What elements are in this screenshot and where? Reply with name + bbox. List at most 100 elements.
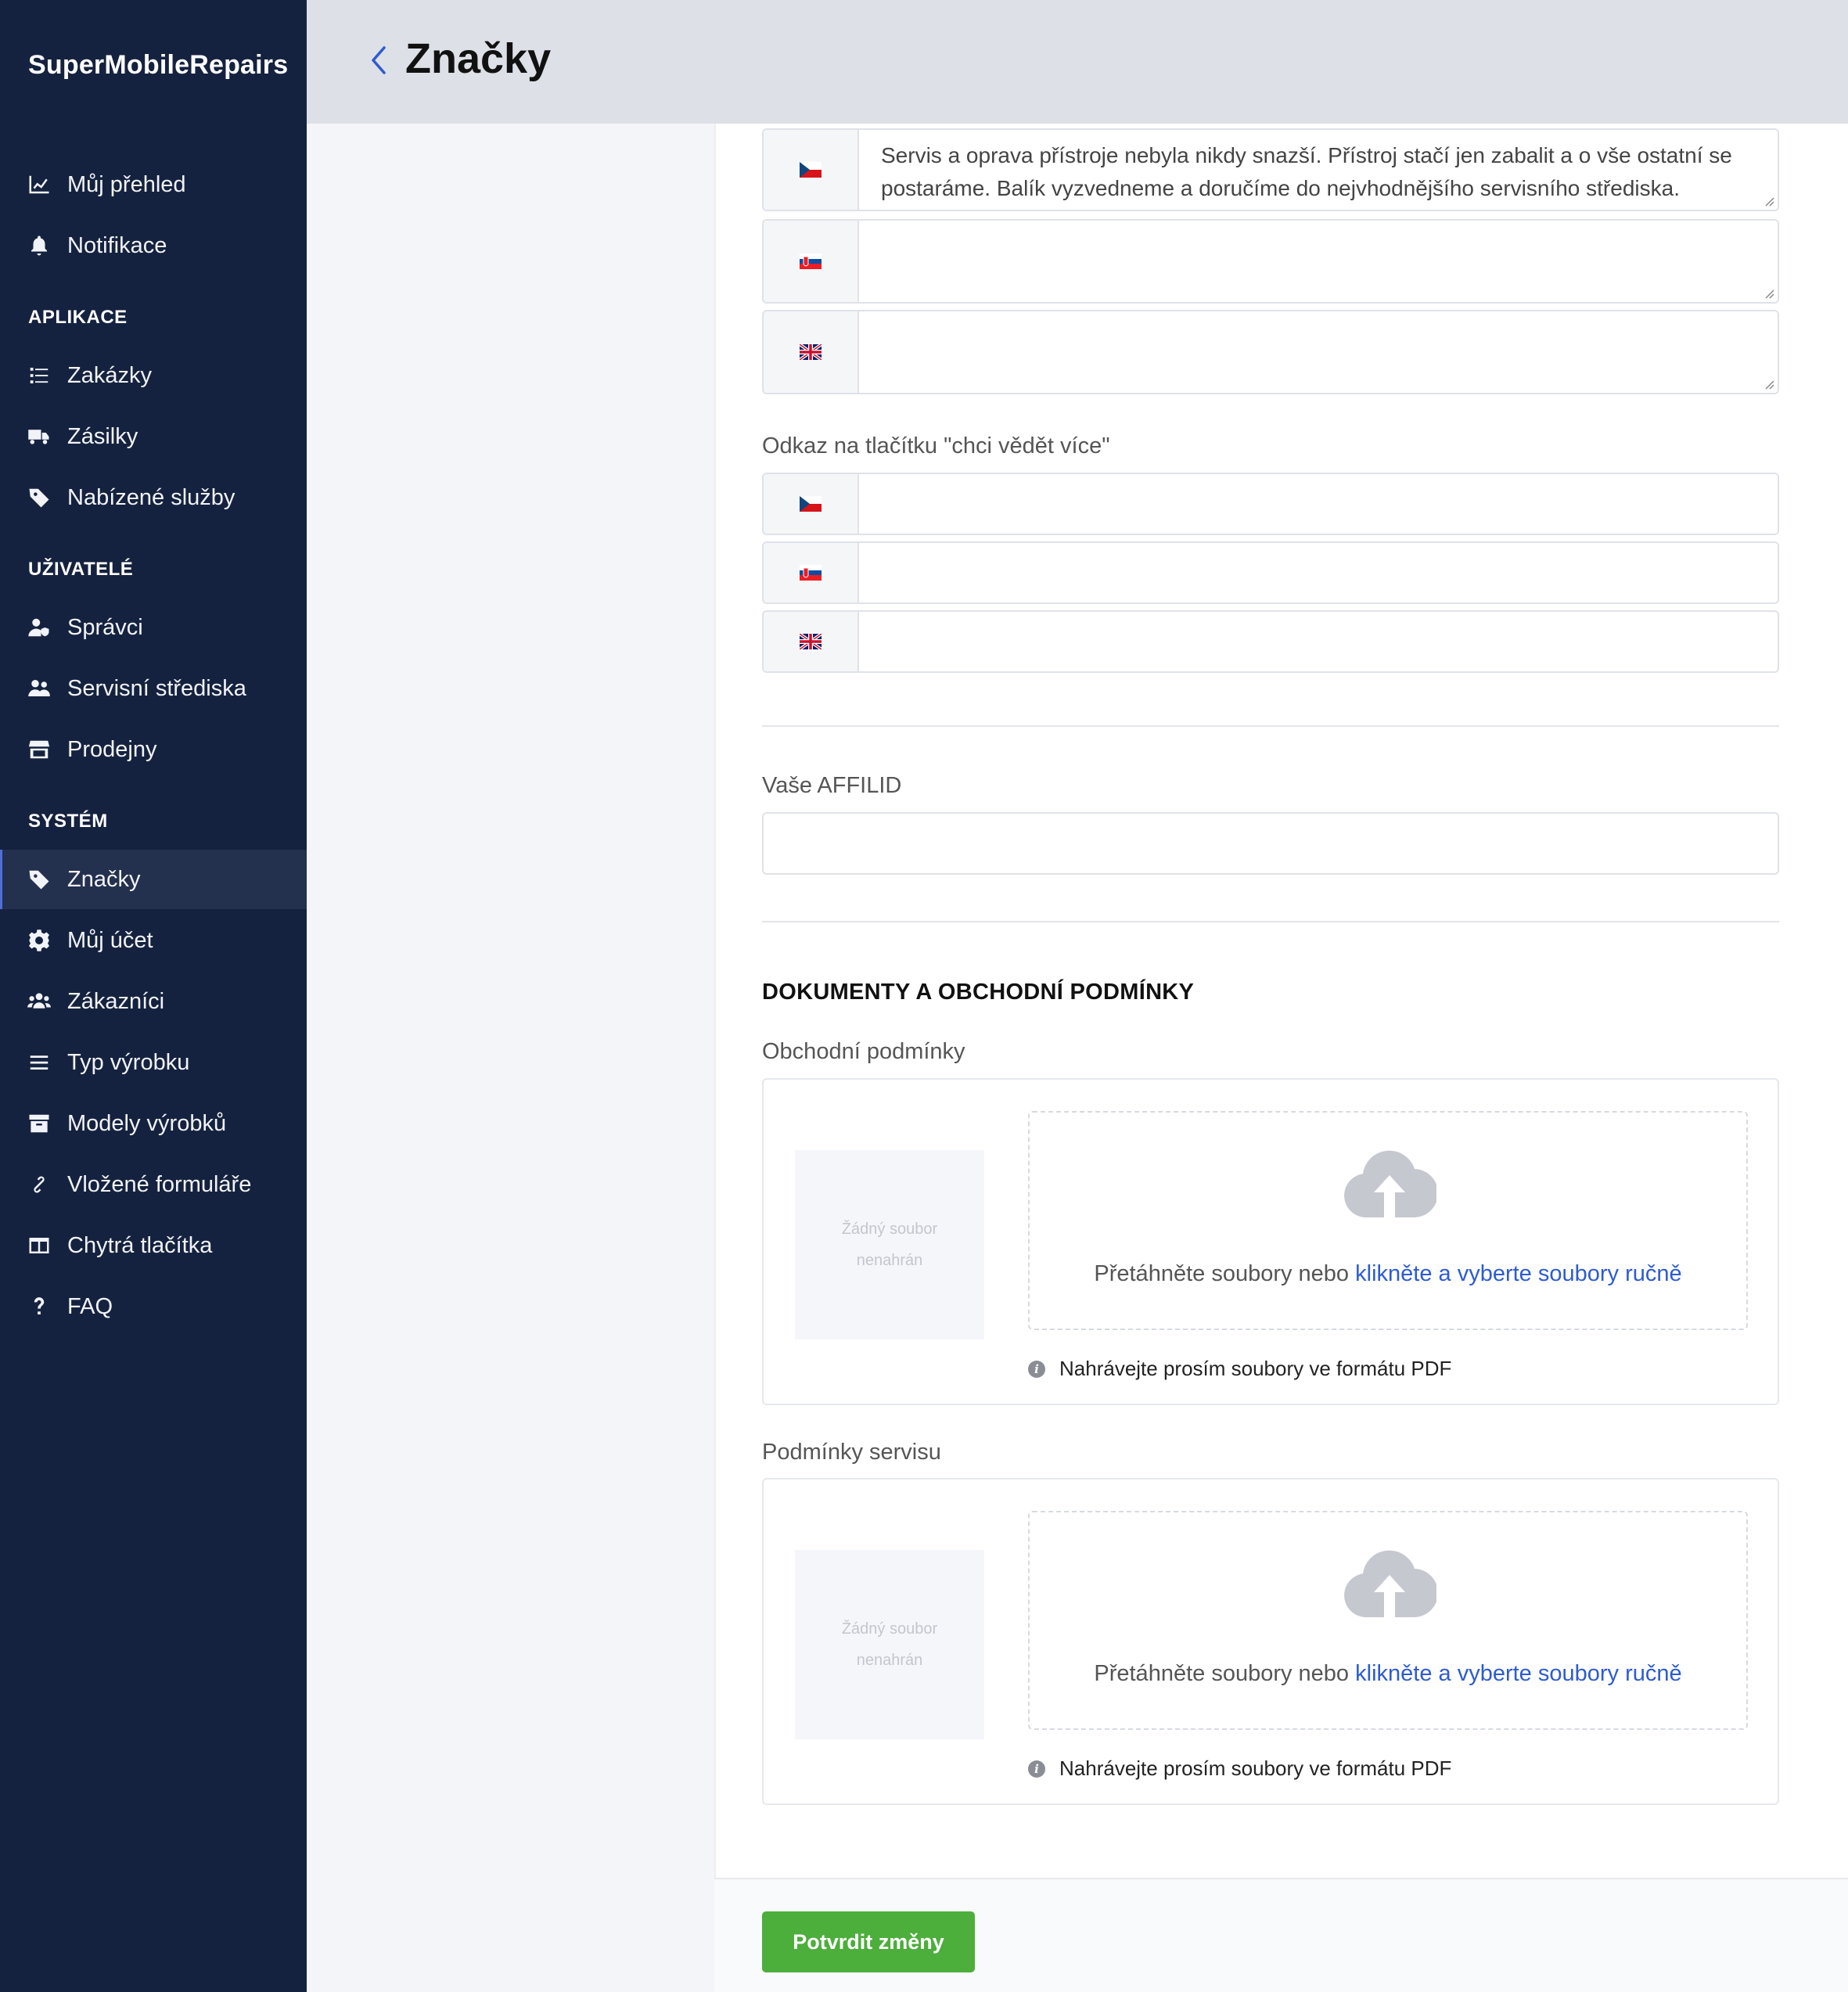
columns-icon: [25, 1232, 53, 1260]
sidebar-item-notifikace[interactable]: Notifikace: [0, 216, 307, 275]
link-row-sk: [762, 541, 1779, 604]
archive-icon: [25, 1109, 53, 1138]
brand-logo[interactable]: SuperMobileRepairs: [28, 50, 288, 81]
list-icon: [25, 361, 53, 390]
users-icon: [25, 674, 53, 703]
sidebar-item-formulare[interactable]: Vložené formuláře: [0, 1155, 307, 1214]
bars-icon: [25, 1048, 53, 1077]
link-input-en[interactable]: [859, 612, 1778, 671]
upload-hint: i Nahrávejte prosím soubory ve formátu P…: [1028, 1756, 1451, 1781]
sidebar-item-label: FAQ: [67, 1293, 113, 1319]
truck-icon: [25, 422, 53, 451]
sidebar-item-faq[interactable]: FAQ: [0, 1277, 307, 1336]
back-button[interactable]: [361, 41, 396, 80]
description-row-sk: [762, 219, 1779, 304]
tag-icon: [25, 484, 53, 512]
select-files-link[interactable]: klikněte a vyberte soubory ručně: [1355, 1661, 1682, 1686]
preview-line-2: nenahrán: [856, 1252, 923, 1269]
sidebar-item-ucet[interactable]: Můj účet: [0, 911, 307, 970]
sidebar-item-sluzby[interactable]: Nabízené služby: [0, 468, 307, 527]
file-dropzone[interactable]: Přetáhněte soubory nebo klikněte a vyber…: [1028, 1511, 1748, 1730]
sidebar-item-strediska[interactable]: Servisní střediska: [0, 659, 307, 718]
link-row-cz: [762, 473, 1779, 535]
description-textarea-sk[interactable]: [859, 221, 1778, 302]
sidebar-item-znacky[interactable]: Značky: [0, 850, 307, 909]
divider: [762, 725, 1779, 727]
sidebar-item-label: Chytrá tlačítka: [67, 1232, 213, 1258]
sidebar-item-label: Servisní střediska: [67, 675, 246, 701]
flag-uk-icon: [764, 311, 859, 393]
divider: [762, 921, 1779, 922]
section-title-aplikace: APLIKACE: [28, 307, 128, 328]
page-title: Značky: [405, 35, 552, 82]
sidebar-item-label: Vložené formuláře: [67, 1171, 252, 1197]
sidebar-item-prodejny[interactable]: Prodejny: [0, 720, 307, 779]
sidebar-item-zakazky[interactable]: Zakázky: [0, 346, 307, 405]
preview-line-1: Žádný soubor: [841, 1221, 938, 1238]
description-row-en: [762, 310, 1779, 394]
upload-box-servis: Žádný soubor nenahrán Přetáhněte soubory …: [762, 1478, 1779, 1805]
file-preview-placeholder: Žádný soubor nenahrán: [795, 1550, 984, 1739]
affilid-input[interactable]: [762, 812, 1779, 875]
description-row-cz: Servis a oprava přístroje nebyla nikdy s…: [762, 128, 1779, 211]
user-shield-icon: [25, 613, 53, 642]
cloud-upload-icon: [1344, 1150, 1436, 1218]
resize-grip-icon[interactable]: [1762, 377, 1774, 390]
link-icon: [25, 1170, 53, 1199]
info-icon: i: [1028, 1360, 1045, 1378]
preview-line-1: Žádný soubor: [841, 1620, 938, 1638]
section-title-system: SYSTÉM: [28, 811, 108, 832]
sidebar-item-label: Modely výrobků: [67, 1110, 227, 1136]
link-row-en: [762, 610, 1779, 673]
sidebar-item-typ-vyrobku[interactable]: Typ výrobku: [0, 1033, 307, 1092]
submit-button[interactable]: Potvrdit změny: [762, 1911, 975, 1972]
sidebar-item-label: Nabízené služby: [67, 484, 235, 510]
upload-hint-text: Nahrávejte prosím soubory ve formátu PDF: [1059, 1756, 1452, 1780]
sidebar-item-chytra-tlacitka[interactable]: Chytrá tlačítka: [0, 1216, 307, 1275]
upload-hint: i Nahrávejte prosím soubory ve formátu P…: [1028, 1357, 1451, 1381]
sidebar-item-label: Značky: [67, 866, 141, 892]
dropzone-text-plain: Přetáhněte soubory nebo: [1094, 1661, 1356, 1686]
sidebar-item-label: Správci: [67, 614, 143, 640]
upload-hint-text: Nahrávejte prosím soubory ve formátu PDF: [1059, 1357, 1452, 1380]
cloud-upload-icon: [1344, 1550, 1436, 1618]
resize-grip-icon[interactable]: [1762, 194, 1774, 207]
gear-icon: [25, 926, 53, 955]
users-group-icon: [25, 987, 53, 1016]
flag-cz-icon: [764, 130, 859, 210]
affilid-label: Vaše AFFILID: [762, 773, 902, 798]
sidebar-item-zasilky[interactable]: Zásilky: [0, 407, 307, 466]
resize-grip-icon[interactable]: [1762, 286, 1774, 299]
upload-label-obchodni: Obchodní podmínky: [762, 1039, 965, 1064]
sidebar-item-prehled[interactable]: Můj přehled: [0, 155, 307, 214]
tag-icon: [25, 865, 53, 894]
dropzone-text-plain: Přetáhněte soubory nebo: [1094, 1261, 1356, 1286]
sidebar-item-spravci[interactable]: Správci: [0, 598, 307, 657]
select-files-link[interactable]: klikněte a vyberte soubory ručně: [1355, 1261, 1682, 1286]
sidebar-item-label: Notifikace: [67, 232, 167, 258]
flag-sk-icon: [764, 543, 859, 602]
link-input-sk[interactable]: [859, 543, 1778, 602]
upload-box-obchodni: Žádný soubor nenahrán Přetáhněte soubory …: [762, 1078, 1779, 1405]
sidebar-item-label: Typ výrobku: [67, 1049, 190, 1075]
section-title-uzivatele: UŽIVATELÉ: [28, 559, 134, 580]
description-textarea-en[interactable]: [859, 311, 1778, 393]
sidebar-item-modely[interactable]: Modely výrobků: [0, 1094, 307, 1153]
dropzone-text: Přetáhněte soubory nebo klikněte a vyber…: [1030, 1261, 1746, 1287]
upload-label-servis: Podmínky servisu: [762, 1440, 941, 1465]
file-dropzone[interactable]: Přetáhněte soubory nebo klikněte a vyber…: [1028, 1111, 1748, 1330]
link-label: Odkaz na tlačítku "chci vědět více": [762, 433, 1110, 458]
sidebar-item-label: Zásilky: [67, 423, 138, 449]
bell-icon: [25, 232, 53, 260]
flag-sk-icon: [764, 221, 859, 302]
description-textarea-cz[interactable]: Servis a oprava přístroje nebyla nikdy s…: [859, 130, 1778, 210]
sidebar-item-zakaznici[interactable]: Zákazníci: [0, 972, 307, 1031]
question-icon: [25, 1293, 53, 1321]
link-input-cz[interactable]: [859, 474, 1778, 534]
flag-cz-icon: [764, 474, 859, 534]
dropzone-text: Přetáhněte soubory nebo klikněte a vyber…: [1030, 1661, 1746, 1687]
preview-line-2: nenahrán: [856, 1652, 923, 1669]
page-header: Značky: [307, 0, 1848, 124]
info-icon: i: [1028, 1760, 1045, 1778]
sidebar: SuperMobileRepairs Můj přehled Notifikac…: [0, 0, 307, 1992]
